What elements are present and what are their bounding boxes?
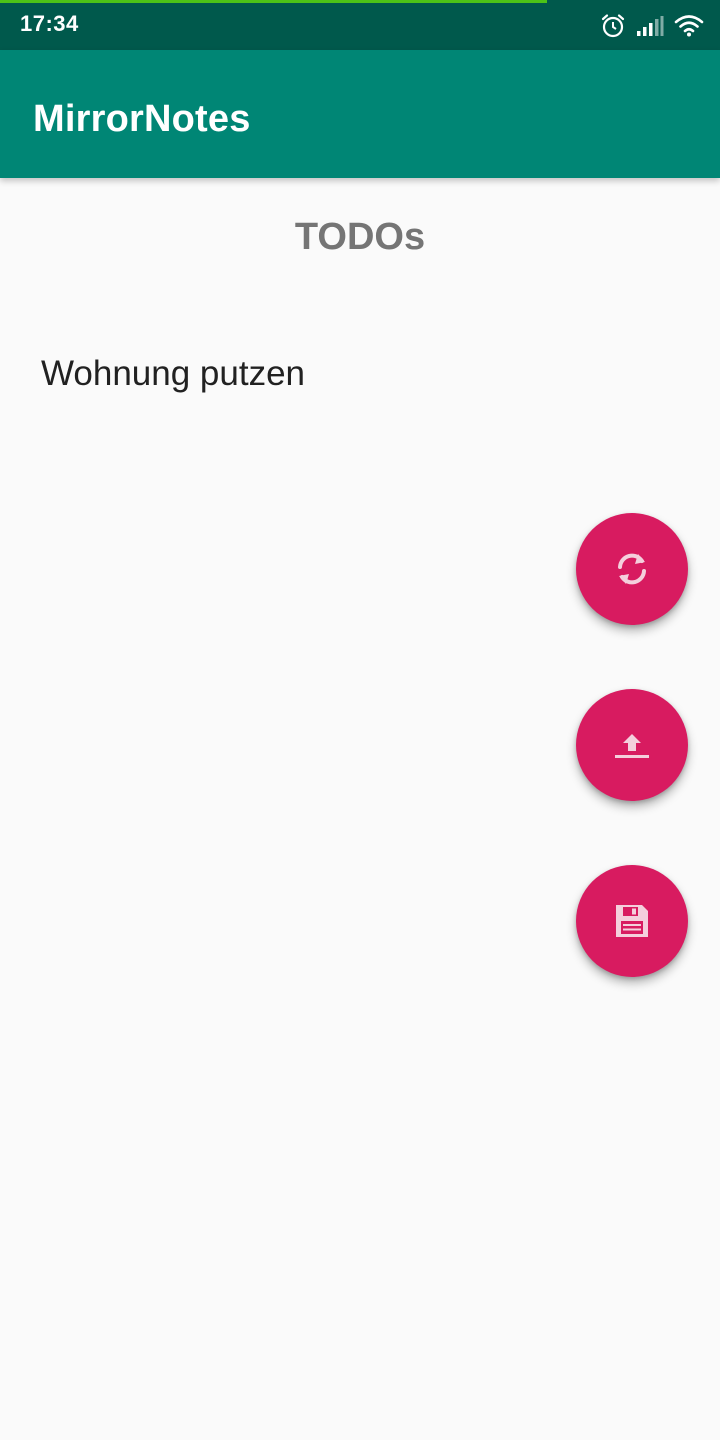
app-title: MirrorNotes xyxy=(33,98,251,140)
todo-item[interactable]: Wohnung putzen xyxy=(0,350,720,398)
status-bar: 17:34 xyxy=(0,0,720,50)
signal-icon xyxy=(636,15,664,37)
wifi-icon xyxy=(674,14,704,38)
section-title: TODOs xyxy=(294,216,426,258)
save-icon xyxy=(612,901,652,941)
load-progress-bar xyxy=(0,0,548,3)
screen: 17:34 MirrorNotes TODOs Wohnung putzen xyxy=(0,0,720,1440)
save-button[interactable] xyxy=(576,865,688,977)
status-time: 17:34 xyxy=(20,11,79,36)
todo-list: Wohnung putzen xyxy=(0,350,720,398)
upload-icon xyxy=(612,725,652,765)
sync-button[interactable] xyxy=(576,513,688,625)
sync-icon xyxy=(612,549,652,589)
app-bar: MirrorNotes xyxy=(0,50,720,178)
status-icons xyxy=(600,11,704,41)
upload-button[interactable] xyxy=(576,689,688,801)
alarm-icon xyxy=(600,13,626,39)
